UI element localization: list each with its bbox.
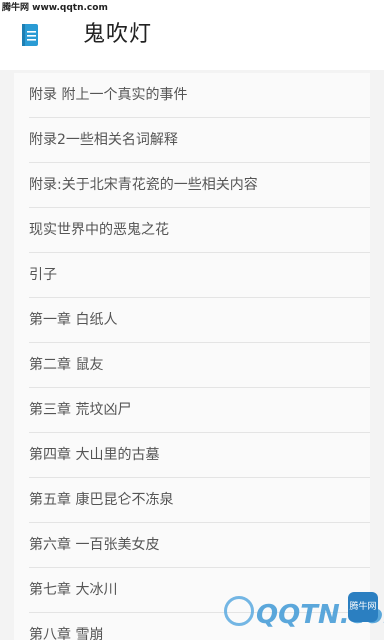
book-icon[interactable]: [21, 23, 39, 47]
chapter-item[interactable]: 第一章 白纸人: [14, 298, 370, 343]
chapter-item[interactable]: 第三章 荒坟凶尸: [14, 388, 370, 433]
chapter-item[interactable]: 第四章 大山里的古墓: [14, 433, 370, 478]
watermark-logo: QQTN.com 腾牛网: [222, 582, 384, 640]
chapter-item[interactable]: 第二章 鼠友: [14, 343, 370, 388]
chapter-list: 附录 附上一个真实的事件 附录2一些相关名词解释 附录:关于北宋青花瓷的一些相关…: [14, 73, 370, 640]
chapter-item[interactable]: 附录2一些相关名词解释: [14, 118, 370, 163]
logo-circle-icon: [224, 596, 254, 626]
screen: 鬼吹灯 腾牛网 www.qqtn.com 附录 附上一个真实的事件 附录2一些相…: [0, 0, 384, 640]
chapter-item[interactable]: 附录:关于北宋青花瓷的一些相关内容: [14, 163, 370, 208]
chapter-item[interactable]: 附录 附上一个真实的事件: [14, 73, 370, 118]
page-title: 鬼吹灯: [83, 22, 153, 47]
chapter-item[interactable]: 现实世界中的恶鬼之花: [14, 208, 370, 253]
chapter-item[interactable]: 引子: [14, 253, 370, 298]
watermark-text: 腾牛网 www.qqtn.com: [2, 3, 108, 13]
chapter-item[interactable]: 第五章 康巴昆仑不冻泉: [14, 478, 370, 523]
logo-badge: 腾牛网: [348, 592, 378, 622]
chapter-item[interactable]: 第六章 一百张美女皮: [14, 523, 370, 568]
